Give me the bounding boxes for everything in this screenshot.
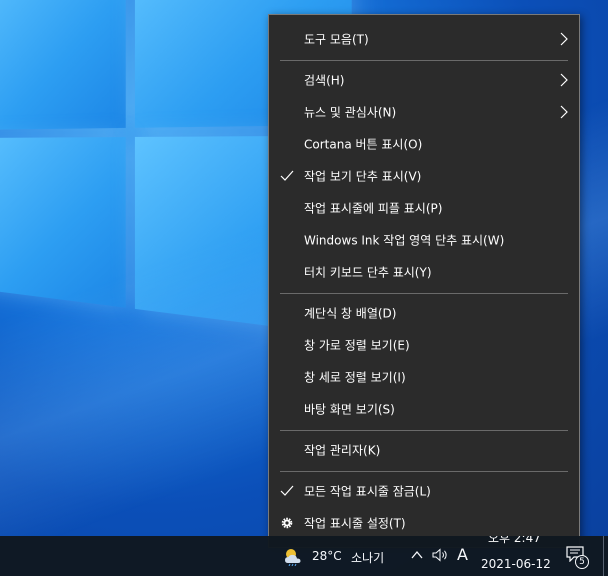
weather-temperature[interactable]: 28°C [312,549,342,563]
menu-item-label: 창 세로 정렬 보기(I) [304,370,406,385]
chevron-right-icon [560,73,568,87]
checkmark-icon [280,485,294,496]
menu-item-show-desktop[interactable]: 바탕 화면 보기(S) [270,393,578,425]
menu-separator [280,293,568,294]
partly-cloudy-icon[interactable] [282,546,304,566]
menu-item-task-manager[interactable]: 작업 관리자(K) [270,434,578,466]
notification-badge: 5 [575,555,589,569]
gear-icon [281,517,293,529]
menu-item-label: Cortana 버튼 표시(O) [304,137,423,152]
chevron-right-icon [560,32,568,46]
menu-item-label: 창 가로 정렬 보기(E) [304,338,410,353]
menu-item-lock-taskbar[interactable]: 모든 작업 표시줄 잠금(L) [270,475,578,507]
menu-item-touch-keyboard[interactable]: 터치 키보드 단추 표시(Y) [270,256,578,288]
menu-item-label: 터치 키보드 단추 표시(Y) [304,265,432,280]
menu-item-label: 뉴스 및 관심사(N) [304,105,397,120]
menu-separator [280,430,568,431]
menu-item-label: 계단식 창 배열(D) [304,306,397,321]
menu-separator [280,471,568,472]
menu-item-toolbars[interactable]: 도구 모음(T) [270,23,578,55]
menu-item-people[interactable]: 작업 표시줄에 피플 표시(P) [270,192,578,224]
checkmark-icon [280,170,294,181]
menu-item-side-by-side[interactable]: 창 세로 정렬 보기(I) [270,361,578,393]
menu-item-task-view[interactable]: 작업 보기 단추 표시(V) [270,160,578,192]
clock[interactable]: 오후 2:47 2021-06-12 [476,536,552,576]
menu-item-search[interactable]: 검색(H) [270,64,578,96]
taskbar-context-menu: 도구 모음(T) 검색(H) 뉴스 및 관심사(N) Cortana 버튼 표시… [268,14,580,548]
taskbar[interactable]: 28°C 소나기 A 오후 2:47 2021-06-12 5 [0,536,608,576]
menu-item-label: 바탕 화면 보기(S) [304,402,395,417]
action-center-button[interactable]: 5 [566,546,590,570]
menu-item-cascade[interactable]: 계단식 창 배열(D) [270,297,578,329]
clock-time: 오후 2:47 [488,536,541,545]
menu-item-label: 도구 모음(T) [304,32,369,47]
speaker-icon[interactable] [432,548,450,562]
menu-item-label: 작업 관리자(K) [304,443,381,458]
chevron-right-icon [560,105,568,119]
ime-indicator[interactable]: A [457,545,468,564]
menu-item-label: 모든 작업 표시줄 잠금(L) [304,484,431,499]
menu-item-label: 작업 보기 단추 표시(V) [304,169,422,184]
menu-item-stacked[interactable]: 창 가로 정렬 보기(E) [270,329,578,361]
menu-item-label: 검색(H) [304,73,345,88]
menu-item-label: Windows Ink 작업 영역 단추 표시(W) [304,233,505,248]
menu-item-label: 작업 표시줄 설정(T) [304,516,406,531]
menu-item-windows-ink[interactable]: Windows Ink 작업 영역 단추 표시(W) [270,224,578,256]
show-desktop-divider[interactable] [603,536,604,576]
chevron-up-icon[interactable] [411,550,423,560]
menu-item-cortana[interactable]: Cortana 버튼 표시(O) [270,128,578,160]
menu-item-news[interactable]: 뉴스 및 관심사(N) [270,96,578,128]
menu-item-label: 작업 표시줄에 피플 표시(P) [304,201,443,216]
clock-date: 2021-06-12 [481,557,551,571]
menu-separator [280,60,568,61]
menu-item-taskbar-settings[interactable]: 작업 표시줄 설정(T) [270,507,578,539]
weather-condition[interactable]: 소나기 [351,549,384,566]
